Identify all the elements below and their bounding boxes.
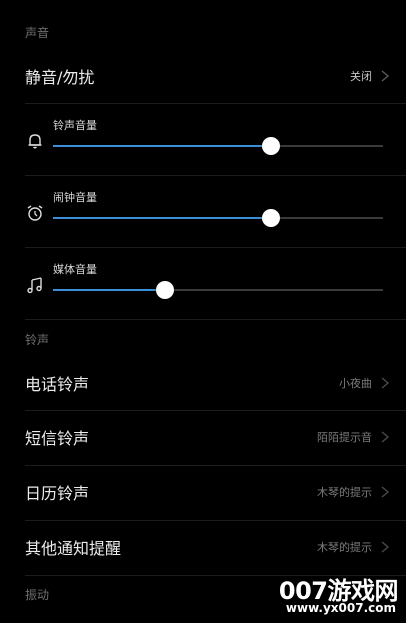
divider — [25, 319, 406, 320]
slider-fill — [53, 217, 271, 219]
section-header-ringtones: 铃声 — [25, 333, 50, 347]
volume-label-media: 媒体音量 — [53, 263, 97, 276]
ringtone-label-calendar: 日历铃声 — [25, 484, 90, 503]
alarm-clock-icon — [27, 205, 43, 221]
ringtone-label-other-notifications: 其他通知提醒 — [25, 539, 122, 558]
volume-row-ringtone: 铃声音量 — [0, 104, 406, 176]
ringtone-value-calendar: 木琴的提示 — [317, 486, 372, 499]
section-header-sound: 声音 — [25, 26, 50, 40]
volume-row-media: 媒体音量 — [0, 248, 406, 320]
watermark-logo: 007游戏网 www.yx007.com — [276, 571, 404, 621]
ringtone-row-other-notifications[interactable]: 其他通知提醒 木琴的提示 — [0, 521, 406, 573]
watermark-url: www.yx007.com — [285, 601, 396, 615]
section-header-vibration: 振动 — [25, 588, 50, 602]
chevron-right-icon — [381, 431, 390, 443]
music-note-icon — [27, 277, 42, 294]
chevron-right-icon — [381, 377, 390, 389]
slider-fill — [53, 289, 166, 291]
ringtone-row-sms[interactable]: 短信铃声 陌陌提示音 — [0, 411, 406, 463]
volume-slider-alarm[interactable] — [53, 209, 383, 227]
ringtone-row-phone[interactable]: 电话铃声 小夜曲 — [0, 357, 406, 409]
volume-row-alarm: 闹钟音量 — [0, 176, 406, 248]
slider-thumb[interactable] — [261, 137, 280, 155]
ringtone-label-phone: 电话铃声 — [25, 375, 90, 394]
mute-dnd-value: 关闭 — [350, 70, 372, 83]
chevron-right-icon — [381, 70, 390, 82]
volume-label-alarm: 闹钟音量 — [53, 191, 97, 204]
chevron-right-icon — [381, 541, 390, 553]
ringtone-value-phone: 小夜曲 — [339, 377, 372, 390]
mute-dnd-row[interactable]: 静音/勿扰 关闭 — [0, 50, 406, 102]
slider-thumb[interactable] — [261, 209, 280, 227]
volume-slider-ringtone[interactable] — [53, 137, 383, 155]
volume-slider-media[interactable] — [53, 281, 383, 299]
ringtone-value-other-notifications: 木琴的提示 — [317, 541, 372, 554]
ringtone-row-calendar[interactable]: 日历铃声 木琴的提示 — [0, 466, 406, 518]
slider-thumb[interactable] — [156, 281, 175, 299]
bell-icon — [28, 134, 42, 149]
ringtone-label-sms: 短信铃声 — [25, 429, 90, 448]
mute-dnd-label: 静音/勿扰 — [25, 68, 95, 87]
slider-fill — [53, 145, 271, 147]
volume-label-ringtone: 铃声音量 — [53, 119, 97, 132]
chevron-right-icon — [381, 486, 390, 498]
ringtone-value-sms: 陌陌提示音 — [317, 431, 372, 444]
